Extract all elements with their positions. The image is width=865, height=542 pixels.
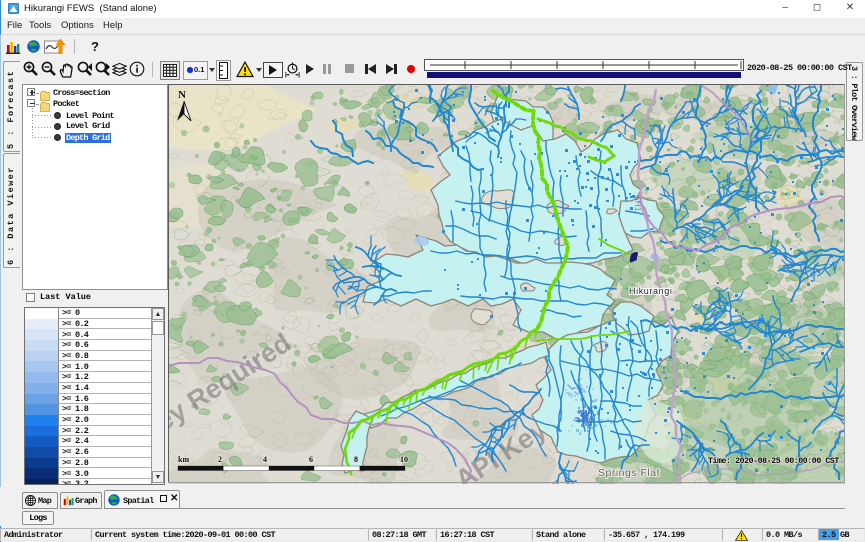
svg-text:Springs Flat: Springs Flat <box>598 467 660 479</box>
svg-text:2: 2 <box>218 455 222 464</box>
svg-text:Hikurangi: Hikurangi <box>629 286 672 296</box>
svg-text:6: 6 <box>309 455 313 464</box>
svg-text:km: km <box>178 455 189 464</box>
svg-text:4: 4 <box>263 455 267 464</box>
svg-text:SH1: SH1 <box>633 195 643 212</box>
svg-text:Time: 2020-08-25 00:00:00 CST: Time: 2020-08-25 00:00:00 CST <box>708 456 839 466</box>
svg-text:10: 10 <box>400 455 408 464</box>
svg-text:N: N <box>178 89 186 101</box>
svg-text:8: 8 <box>354 455 358 464</box>
